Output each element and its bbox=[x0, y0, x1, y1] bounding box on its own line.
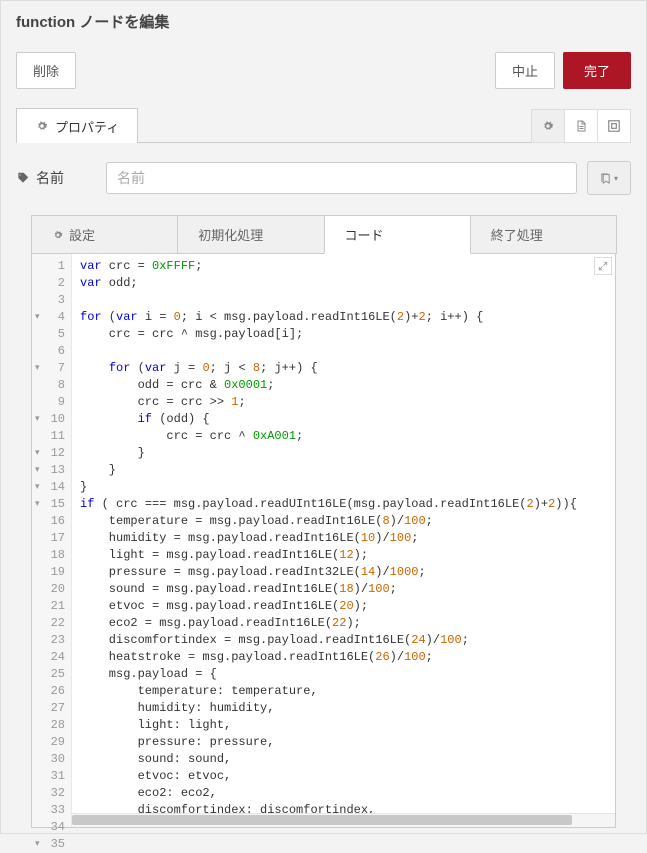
tab-properties[interactable]: プロパティ bbox=[16, 108, 138, 143]
tab-init[interactable]: 初期化処理 bbox=[177, 215, 324, 254]
page-title: function ノードを編集 bbox=[16, 11, 631, 32]
name-label: 名前 bbox=[16, 168, 96, 188]
expand-editor-button[interactable] bbox=[594, 257, 612, 275]
editor-gutter: 1234567891011121314151617181920212223242… bbox=[32, 254, 72, 827]
tag-icon bbox=[16, 171, 30, 185]
bookmark-dropdown[interactable]: ▾ bbox=[587, 161, 631, 195]
gear-icon bbox=[52, 229, 64, 241]
tab-label: プロパティ bbox=[55, 117, 119, 136]
horizontal-scrollbar[interactable] bbox=[72, 813, 615, 827]
tab-close[interactable]: 終了処理 bbox=[470, 215, 617, 254]
tab-code[interactable]: コード bbox=[324, 215, 471, 254]
delete-button[interactable]: 削除 bbox=[16, 52, 76, 89]
bookmark-icon bbox=[600, 172, 611, 185]
cancel-button[interactable]: 中止 bbox=[495, 52, 555, 89]
done-button[interactable]: 完了 bbox=[563, 52, 631, 89]
editor-code[interactable]: var crc = 0xFFFF;var odd; for (var i = 0… bbox=[72, 254, 615, 827]
appearance-action[interactable] bbox=[597, 109, 631, 143]
name-input[interactable] bbox=[106, 162, 577, 194]
scrollbar-thumb[interactable] bbox=[72, 815, 572, 825]
gear-action[interactable] bbox=[531, 109, 565, 143]
chevron-down-icon: ▾ bbox=[614, 174, 618, 183]
doc-action[interactable] bbox=[564, 109, 598, 143]
gear-icon bbox=[35, 119, 49, 133]
tab-setup[interactable]: 設定 bbox=[31, 215, 178, 254]
